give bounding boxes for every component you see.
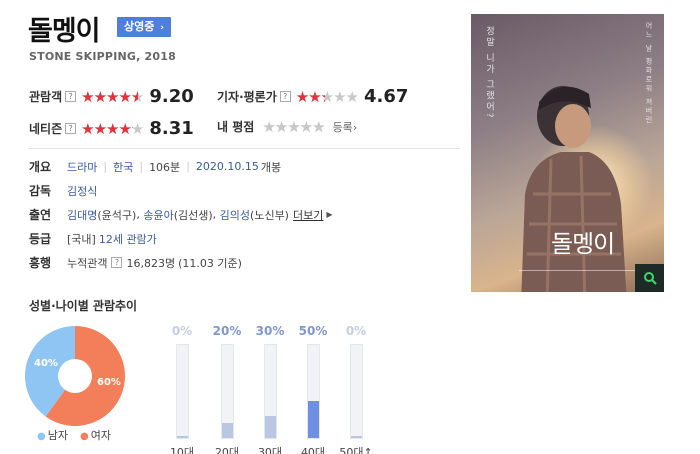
divider	[28, 148, 460, 149]
info-label: 감독	[29, 184, 52, 198]
age-bar-track	[220, 344, 234, 439]
movie-title: 돌멩이	[28, 16, 101, 47]
info-label: 개요	[29, 160, 52, 174]
country-link[interactable]: 한국	[113, 159, 133, 175]
age-bar-percent: 0%	[345, 324, 367, 338]
box-office-note: (11.03 기준)	[178, 256, 242, 270]
age-bar-track	[175, 344, 189, 439]
director-link[interactable]: 김정식	[67, 183, 97, 199]
help-icon[interactable]: ?	[111, 257, 123, 268]
age-bar: 20% 20대	[205, 324, 249, 454]
star-rating: ★★★★★★★★★★	[81, 87, 144, 106]
poster-tagline-left: 정말 니가 그랬어?	[484, 26, 494, 120]
age-bar: 0% 50대↑	[334, 324, 378, 454]
age-bar-track	[263, 344, 277, 439]
caret-right-icon: ▶	[326, 210, 333, 219]
more-cast-link[interactable]: 더보기	[293, 207, 323, 223]
age-bar-label: 30대	[257, 446, 283, 454]
register-rating-link[interactable]: 등록›	[333, 119, 358, 135]
star-rating: ★★★★★★★★★★	[295, 87, 359, 106]
rating-label: 네티즌	[29, 122, 63, 136]
age-bar: 50% 40대	[291, 324, 335, 454]
rating-netizen: 네티즌 ? ★★★★★★★★★★ 8.31	[29, 118, 194, 139]
age-bar-track	[349, 344, 363, 439]
actor-role: (김선생)	[173, 208, 213, 222]
movie-poster[interactable]: 정말 니가 그랬어? 어느 날 평화로워 져버린 돌멩이	[471, 14, 664, 292]
rating-score: 8.31	[149, 118, 194, 139]
age-bar-label: 20대	[214, 446, 240, 454]
rating-label: 관람객	[29, 90, 63, 104]
movie-subtitle: STONE SKIPPING, 2018	[29, 50, 176, 63]
age-bar-percent: 20%	[212, 324, 242, 338]
info-grade: 등급 [국내] 12세 관람가	[29, 230, 157, 247]
age-bar-fill	[221, 423, 233, 438]
status-badge[interactable]: 상영중 ›	[117, 17, 171, 37]
chevron-right-icon: ›	[160, 23, 164, 33]
actor-link[interactable]: 김대명	[67, 207, 97, 223]
box-office-prefix: 누적관객	[67, 256, 108, 270]
poster-credits	[519, 270, 639, 274]
actor-link[interactable]: 송윤아	[143, 207, 173, 223]
age-bar-fill	[307, 400, 319, 438]
magnifier-icon	[643, 272, 657, 285]
rating-score: 4.67	[364, 86, 409, 107]
age-bar-track	[306, 344, 320, 439]
gender-legend: ● 남자 ● 여자	[37, 427, 111, 443]
info-cast: 출연 김대명 (윤석구) , 송윤아 (김선생) , 김의성 (노신부) 더보기…	[29, 207, 333, 223]
audience-count: 16,823명	[126, 256, 176, 270]
rating-my: 내 평점 ★★★★★ ★★★★★ 등록›	[217, 118, 357, 135]
pie-label-male: 40%	[34, 358, 58, 369]
info-label: 출연	[29, 208, 52, 222]
pie-label-female: 60%	[97, 377, 121, 388]
demographics-title: 성별·나이별 관람추이	[29, 299, 138, 313]
age-bar-label: 50대↑	[339, 446, 373, 454]
age-bar-label: 10대	[169, 446, 195, 454]
info-director: 감독 김정식	[29, 182, 97, 199]
age-bar: 0% 10대	[160, 324, 204, 454]
info-label: 등급	[29, 232, 52, 246]
age-bar-fill	[350, 436, 362, 438]
legend-dot: ●	[79, 431, 89, 442]
actor-link[interactable]: 김의성	[220, 207, 250, 223]
info-label: 흥행	[29, 256, 52, 270]
age-bar-fill	[176, 436, 188, 438]
help-icon[interactable]: ?	[65, 91, 77, 102]
actor-role: (윤석구)	[97, 208, 137, 222]
age-bar-percent: 30%	[255, 324, 285, 338]
legend-male: ● 남자	[37, 429, 68, 442]
zoom-button[interactable]	[635, 264, 664, 292]
legend-dot: ●	[37, 431, 46, 442]
rating-label: 기자·평론가	[217, 90, 277, 104]
age-bar-label: 40대	[300, 446, 326, 454]
release-date-link[interactable]: 2020.10.15	[196, 160, 259, 173]
runtime: 106분	[149, 160, 181, 174]
age-bar-fill	[264, 415, 276, 438]
actor-role: (노신부)	[250, 208, 289, 222]
status-badge-label: 상영중	[124, 20, 155, 33]
info-overview: 개요 드라마 | 한국 | 106분 | 2020.10.15 개봉	[29, 159, 282, 175]
grade-link[interactable]: 12세 관람가	[99, 231, 157, 247]
info-box-office: 흥행 누적관객 ? 16,823명 (11.03 기준)	[29, 254, 242, 271]
my-rating-stars[interactable]: ★★★★★ ★★★★★	[262, 119, 325, 135]
help-icon[interactable]: ?	[279, 91, 291, 102]
gender-pie-chart	[25, 326, 126, 426]
rating-score: 9.20	[149, 86, 194, 107]
genre-link[interactable]: 드라마	[67, 159, 97, 175]
poster-tagline-right: 어느 날 평화로워 져버린	[645, 22, 653, 125]
age-bar-percent: 50%	[298, 324, 328, 338]
rating-audience: 관람객 ? ★★★★★ ★★★★★ 9.20	[29, 86, 194, 107]
legend-female: ● 여자	[79, 429, 111, 442]
poster-title: 돌멩이	[551, 230, 615, 258]
grade-prefix: [국내]	[67, 232, 96, 246]
age-bar-percent: 0%	[171, 324, 193, 338]
chevron-right-icon: ›	[352, 120, 358, 134]
rating-critic: 기자·평론가 ? ★★★★★★★★★★ 4.67	[217, 86, 408, 107]
help-icon[interactable]: ?	[65, 123, 77, 134]
rating-label: 내 평점	[217, 120, 255, 134]
release-suffix: 개봉	[260, 160, 282, 174]
star-rating: ★★★★★★★★★★	[81, 119, 144, 138]
age-bar: 30% 30대	[248, 324, 292, 454]
